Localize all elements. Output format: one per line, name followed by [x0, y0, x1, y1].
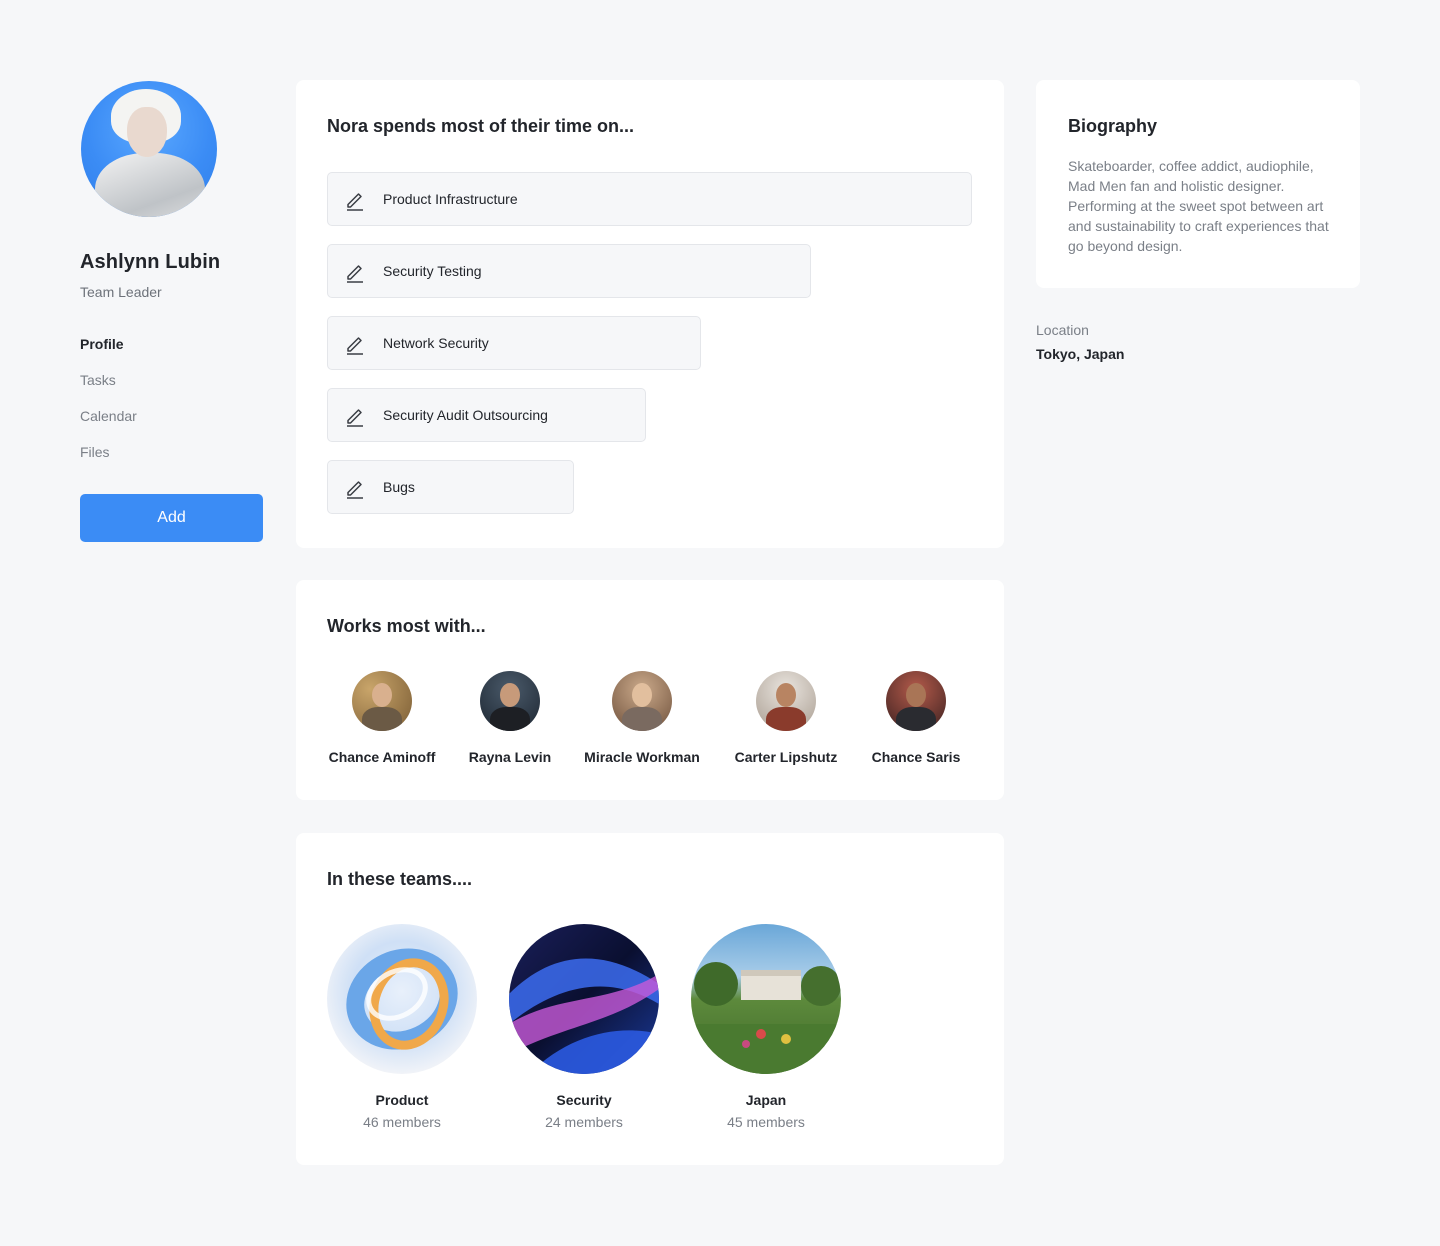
nav-item-tasks[interactable]: Tasks [80, 371, 137, 407]
teams-card: In these teams.... Product 46 members Se… [296, 833, 1004, 1165]
profile-name: Ashlynn Lubin [80, 251, 221, 273]
team-image [327, 924, 477, 1074]
task-item[interactable]: Product Infrastructure [327, 172, 972, 226]
team-members: 46 members [363, 1114, 441, 1130]
task-item[interactable]: Security Testing [327, 244, 811, 298]
coworker[interactable]: Chance Aminoff [327, 671, 437, 765]
avatar-body [95, 153, 205, 217]
team-members: 45 members [727, 1114, 805, 1130]
team-item[interactable]: Japan 45 members [691, 924, 841, 1130]
task-label: Security Testing [383, 263, 482, 279]
pencil-icon [347, 337, 363, 355]
pencil-icon [347, 193, 363, 211]
coworker-name: Carter Lipshutz [734, 749, 838, 765]
task-item[interactable]: Bugs [327, 460, 574, 514]
nav-item-profile[interactable]: Profile [80, 335, 137, 371]
location-value: Tokyo, Japan [1036, 346, 1125, 362]
nav-item-calendar[interactable]: Calendar [80, 407, 137, 443]
teams-title: In these teams.... [327, 869, 473, 889]
avatar-face [127, 107, 167, 157]
profile-nav: Profile Tasks Calendar Files [80, 335, 137, 479]
task-item[interactable]: Security Audit Outsourcing [327, 388, 646, 442]
location-label: Location [1036, 322, 1089, 338]
task-label: Bugs [383, 479, 415, 495]
biography-card: Biography Skateboarder, coffee addict, a… [1036, 80, 1360, 288]
team-name: Product [375, 1092, 429, 1108]
coworker-avatar [352, 671, 412, 731]
coworker-name: Chance Aminoff [328, 749, 436, 765]
task-item[interactable]: Network Security [327, 316, 701, 370]
task-label: Security Audit Outsourcing [383, 407, 548, 423]
team-image [691, 924, 841, 1074]
team-item[interactable]: Security 24 members [509, 924, 659, 1130]
add-button[interactable]: Add [80, 494, 263, 542]
coworker-name: Rayna Levin [468, 749, 552, 765]
coworker-avatar [480, 671, 540, 731]
works-with-title: Works most with... [327, 616, 486, 636]
time-spent-title: Nora spends most of their time on... [327, 116, 635, 136]
coworker-name: Miracle Workman [584, 749, 700, 765]
coworker[interactable]: Chance Saris [871, 671, 961, 765]
team-name: Security [556, 1092, 612, 1108]
task-label: Network Security [383, 335, 489, 351]
coworker[interactable]: Rayna Levin [468, 671, 552, 765]
biography-text: Skateboarder, coffee addict, audiophile,… [1068, 158, 1329, 254]
biography-title: Biography [1068, 116, 1158, 136]
coworker[interactable]: Carter Lipshutz [733, 671, 839, 765]
profile-role: Team Leader [80, 284, 162, 300]
coworker[interactable]: Miracle Workman [583, 671, 701, 765]
team-members: 24 members [545, 1114, 623, 1130]
profile-avatar [81, 81, 217, 217]
works-with-card: Works most with... Chance Aminoff Rayna … [296, 580, 1004, 800]
pencil-icon [347, 265, 363, 283]
pencil-icon [347, 481, 363, 499]
team-item[interactable]: Product 46 members [327, 924, 477, 1130]
nav-item-files[interactable]: Files [80, 443, 137, 479]
coworker-avatar [886, 671, 946, 731]
coworker-avatar [612, 671, 672, 731]
coworker-name: Chance Saris [871, 749, 961, 765]
team-name: Japan [745, 1092, 787, 1108]
team-image [509, 924, 659, 1074]
pencil-icon [347, 409, 363, 427]
task-label: Product Infrastructure [383, 191, 518, 207]
time-spent-card: Nora spends most of their time on... Pro… [296, 80, 1004, 548]
coworker-avatar [756, 671, 816, 731]
